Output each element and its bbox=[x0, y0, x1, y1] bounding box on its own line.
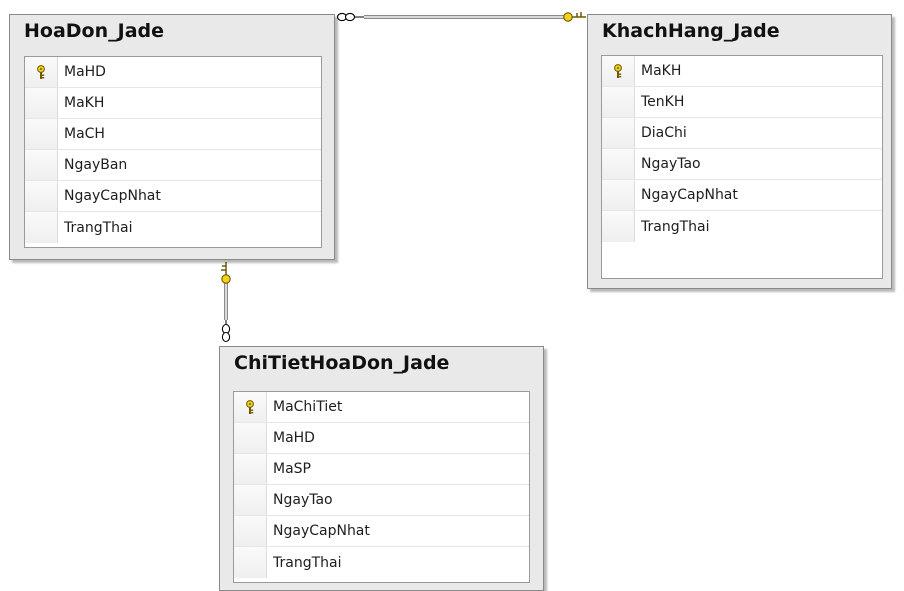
row-selector[interactable] bbox=[234, 485, 267, 515]
column-name: TrangThai bbox=[641, 218, 710, 235]
column-row[interactable]: NgayBan bbox=[25, 150, 321, 181]
row-selector[interactable] bbox=[234, 454, 267, 484]
column-name: NgayCapNhat bbox=[64, 188, 161, 204]
column-name: DiaChi bbox=[641, 125, 687, 141]
column-name: MaKH bbox=[641, 63, 682, 79]
column-row[interactable]: MaHD bbox=[25, 57, 321, 88]
row-selector[interactable] bbox=[25, 119, 58, 149]
row-selector[interactable] bbox=[234, 547, 267, 578]
column-name: TenKH bbox=[641, 94, 685, 110]
row-selector[interactable] bbox=[25, 88, 58, 118]
row-selector[interactable] bbox=[25, 181, 58, 211]
infinity-icon bbox=[336, 12, 364, 22]
column-row[interactable]: NgayCapNhat bbox=[234, 516, 529, 547]
row-selector[interactable] bbox=[234, 423, 267, 453]
table-chitiethoadon[interactable]: ChiTietHoaDon_Jade MaChiTiet MaHD MaSP N… bbox=[219, 346, 544, 591]
relationship-chitiet-hoadon[interactable] bbox=[221, 262, 231, 343]
column-name: MaKH bbox=[64, 95, 105, 111]
row-selector[interactable] bbox=[25, 150, 58, 180]
column-name: MaSP bbox=[273, 461, 311, 477]
primary-key-icon bbox=[246, 399, 254, 414]
column-row[interactable]: NgayTao bbox=[234, 485, 529, 516]
table-title: HoaDon_Jade bbox=[24, 20, 165, 42]
row-selector[interactable] bbox=[602, 211, 635, 242]
column-row[interactable]: TenKH bbox=[602, 87, 882, 118]
column-name: NgayCapNhat bbox=[273, 523, 370, 539]
column-name: MaHD bbox=[64, 64, 106, 80]
infinity-icon bbox=[221, 320, 231, 343]
row-selector[interactable] bbox=[602, 87, 635, 117]
column-name: NgayBan bbox=[64, 157, 128, 173]
column-name: MaChiTiet bbox=[273, 399, 343, 415]
column-name: TrangThai bbox=[273, 554, 342, 571]
column-grid: MaKH TenKH DiaChi NgayTao NgayCapNhat Tr… bbox=[601, 55, 883, 279]
row-selector[interactable] bbox=[234, 516, 267, 546]
column-row[interactable]: MaCH bbox=[25, 119, 321, 150]
column-name: NgayCapNhat bbox=[641, 187, 738, 203]
column-row[interactable]: MaKH bbox=[602, 56, 882, 87]
column-row[interactable]: NgayCapNhat bbox=[602, 180, 882, 211]
column-row[interactable]: NgayTao bbox=[602, 149, 882, 180]
row-selector[interactable] bbox=[602, 180, 635, 210]
table-hoadon[interactable]: HoaDon_Jade MaHD MaKH MaCH NgayBan NgayC… bbox=[9, 14, 335, 260]
primary-key-icon bbox=[614, 63, 622, 78]
column-row[interactable]: NgayCapNhat bbox=[25, 181, 321, 212]
column-name: TrangThai bbox=[64, 219, 133, 236]
column-name: MaCH bbox=[64, 126, 105, 142]
row-selector[interactable] bbox=[602, 149, 635, 179]
row-selector[interactable] bbox=[25, 212, 58, 243]
row-selector[interactable] bbox=[234, 392, 267, 422]
column-row[interactable]: MaHD bbox=[234, 423, 529, 454]
primary-key-icon bbox=[37, 64, 45, 79]
column-row[interactable]: MaSP bbox=[234, 454, 529, 485]
relationship-hoadon-khachhang[interactable] bbox=[336, 12, 587, 22]
row-selector[interactable] bbox=[25, 57, 58, 87]
key-icon bbox=[221, 262, 231, 284]
column-row[interactable]: MaKH bbox=[25, 88, 321, 119]
column-grid: MaChiTiet MaHD MaSP NgayTao NgayCapNhat … bbox=[233, 391, 530, 583]
column-name: MaHD bbox=[273, 430, 315, 446]
column-row[interactable]: TrangThai bbox=[234, 547, 529, 578]
key-icon bbox=[563, 12, 586, 22]
column-row[interactable]: MaChiTiet bbox=[234, 392, 529, 423]
row-selector[interactable] bbox=[602, 118, 635, 148]
column-row[interactable]: TrangThai bbox=[25, 212, 321, 243]
table-title: KhachHang_Jade bbox=[602, 20, 780, 42]
table-title: ChiTietHoaDon_Jade bbox=[234, 352, 450, 374]
column-name: NgayTao bbox=[273, 492, 333, 508]
column-grid: MaHD MaKH MaCH NgayBan NgayCapNhat Trang… bbox=[24, 56, 322, 248]
column-row[interactable]: DiaChi bbox=[602, 118, 882, 149]
table-khachhang[interactable]: KhachHang_Jade MaKH TenKH DiaChi NgayTao… bbox=[587, 14, 892, 289]
column-name: NgayTao bbox=[641, 156, 701, 172]
row-selector[interactable] bbox=[602, 56, 635, 86]
column-row[interactable]: TrangThai bbox=[602, 211, 882, 242]
